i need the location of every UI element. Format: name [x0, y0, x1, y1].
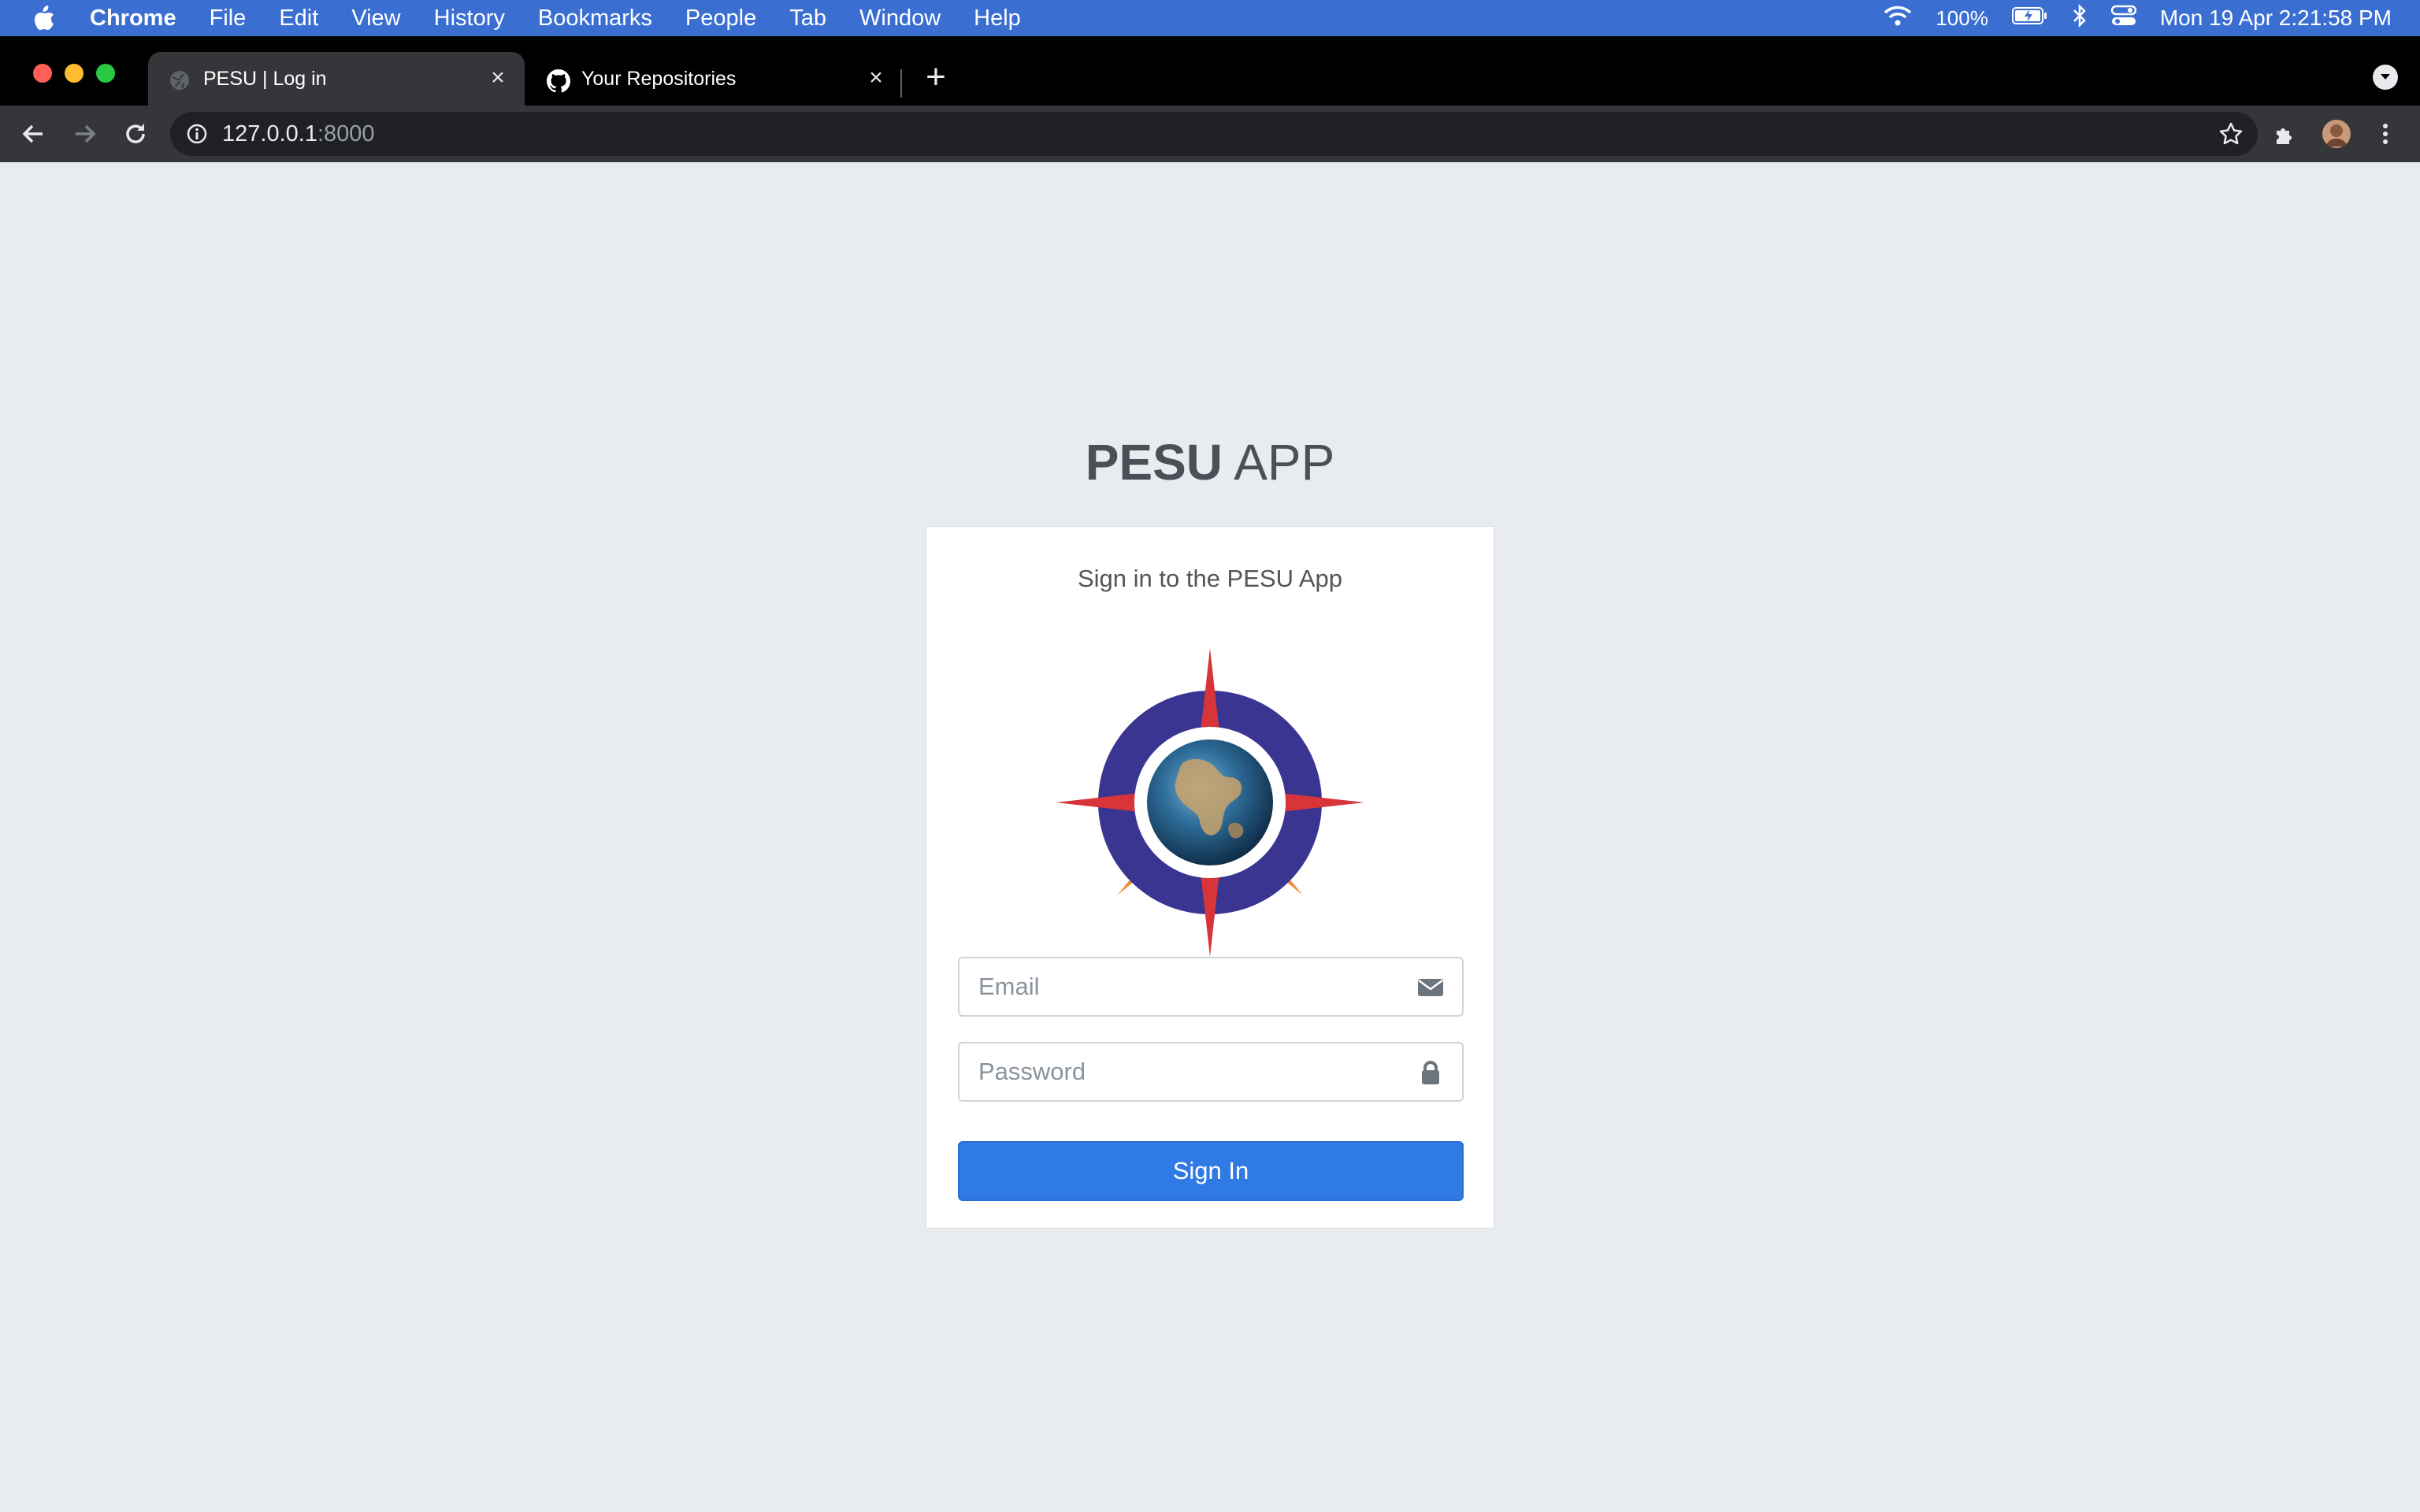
- battery-icon[interactable]: [2011, 6, 2048, 31]
- control-center-icon[interactable]: [2110, 5, 2137, 32]
- menu-bookmarks[interactable]: Bookmarks: [538, 6, 652, 32]
- site-info-icon[interactable]: [186, 123, 208, 145]
- chrome-menu-kebab-icon[interactable]: [2371, 120, 2400, 148]
- menu-tab[interactable]: Tab: [789, 6, 826, 32]
- forward-arrow-icon[interactable]: [69, 118, 101, 150]
- macos-menu-bar: Chrome File Edit View History Bookmarks …: [0, 0, 2420, 36]
- password-input[interactable]: [978, 1053, 1404, 1091]
- page-brand-title: PESU APP: [1085, 434, 1335, 491]
- back-arrow-icon[interactable]: [17, 118, 49, 150]
- login-card-message: Sign in to the PESU App: [1077, 565, 1343, 592]
- address-bar[interactable]: 127.0.0.1:8000: [170, 112, 2258, 156]
- apple-icon[interactable]: [33, 6, 55, 31]
- menu-history[interactable]: History: [434, 6, 505, 32]
- extensions-puzzle-icon[interactable]: [2270, 120, 2299, 148]
- globe-icon: [169, 69, 191, 91]
- pesu-compass-globe-logo: [1052, 645, 1368, 960]
- tab-title: Your Repositories: [581, 68, 737, 90]
- menu-help[interactable]: Help: [974, 6, 1021, 32]
- menu-window[interactable]: Window: [859, 6, 941, 32]
- email-input[interactable]: [978, 968, 1404, 1006]
- wifi-icon[interactable]: [1884, 5, 1912, 32]
- email-field[interactable]: [958, 957, 1464, 1017]
- close-icon[interactable]: ×: [863, 65, 889, 91]
- tab-divider: [900, 69, 902, 98]
- lock-icon: [1416, 1059, 1445, 1086]
- sign-in-button[interactable]: Sign In: [958, 1141, 1464, 1201]
- bluetooth-icon[interactable]: [2072, 3, 2088, 33]
- menu-app-name[interactable]: Chrome: [90, 6, 176, 32]
- page-content: PESU APP Sign in to the PESU App Email S…: [0, 162, 2420, 1512]
- menu-view[interactable]: View: [351, 6, 400, 32]
- bookmark-star-icon[interactable]: [2218, 121, 2244, 146]
- close-icon[interactable]: ×: [485, 65, 510, 91]
- window-close-button[interactable]: [33, 64, 52, 83]
- menubar-clock[interactable]: Mon 19 Apr 2:21:58 PM: [2160, 6, 2392, 31]
- url-text[interactable]: 127.0.0.1:8000: [222, 121, 375, 147]
- envelope-icon: [1416, 974, 1445, 1001]
- menu-people[interactable]: People: [685, 6, 756, 32]
- window-minimize-button[interactable]: [65, 64, 84, 83]
- tab-title: PESU | Log in: [203, 68, 327, 90]
- login-card: Sign in to the PESU App Email Sign In: [926, 526, 1494, 1228]
- menu-edit[interactable]: Edit: [279, 6, 318, 32]
- profile-avatar[interactable]: [2322, 120, 2351, 148]
- tab-pesu-login[interactable]: PESU | Log in ×: [148, 52, 525, 106]
- reload-icon[interactable]: [120, 118, 151, 150]
- github-icon: [547, 69, 571, 93]
- menu-file[interactable]: File: [210, 6, 247, 32]
- battery-percent: 100%: [1936, 6, 1988, 30]
- browser-toolbar: 127.0.0.1:8000: [0, 106, 2420, 162]
- tab-search-chevron-icon[interactable]: [2373, 65, 2398, 90]
- password-field[interactable]: [958, 1042, 1464, 1102]
- new-tab-plus-icon[interactable]: +: [919, 60, 953, 96]
- browser-tab-strip: PESU | Log in × Your Repositories × +: [0, 36, 2420, 106]
- window-zoom-button[interactable]: [96, 64, 115, 83]
- tab-your-repositories[interactable]: Your Repositories ×: [526, 52, 903, 106]
